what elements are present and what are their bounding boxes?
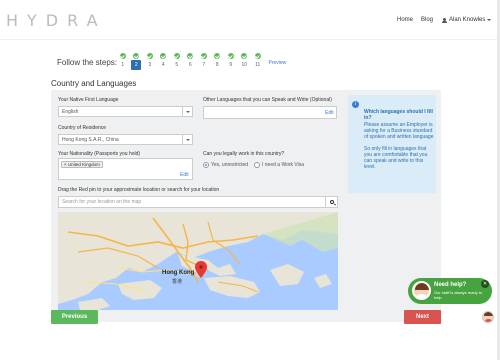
step-7[interactable]: 7 [197,53,211,70]
check-icon [241,53,248,59]
step-8[interactable]: 8 [211,53,225,70]
chevron-down-icon [182,107,192,116]
info-body: Please assume an Employer is asking for … [364,122,434,170]
native-language-select[interactable]: English [58,106,193,117]
radio-selected-icon[interactable] [203,162,209,168]
chevron-down-icon [182,135,192,144]
check-icon [227,53,234,59]
check-icon [173,53,180,59]
search-icon [329,200,334,204]
check-icon [187,53,194,59]
check-icon [133,53,140,59]
section-title: Country and Languages [51,79,137,88]
location-placeholder: Search for your location on the map [62,199,142,205]
check-icon [200,53,207,59]
user-icon [442,17,447,23]
user-name: Alan Knowles [449,17,486,23]
check-icon [214,53,221,59]
check-icon [254,53,261,59]
step-2[interactable]: 2 [130,53,144,70]
radio-unselected-icon[interactable] [254,162,260,168]
step-4[interactable]: 4 [157,53,171,70]
residence-value: Hong Kong S.A.R., China [62,136,119,143]
nationality-edit-link[interactable]: Edit [180,172,189,178]
step-number: 8 [215,62,219,68]
step-3[interactable]: 3 [143,53,157,70]
help-subtitle: Our staff is always ready to help [434,290,483,300]
logo[interactable]: HYDRA [6,11,107,30]
caret-down-icon [487,19,492,21]
preview-link[interactable]: Preview [269,60,287,66]
nationality-field[interactable]: × United Kingdom [58,158,193,180]
search-button[interactable] [325,197,337,207]
nav-home-link[interactable]: Home [397,0,413,40]
step-11[interactable]: 11 [251,53,265,70]
step-number: 7 [202,62,206,68]
user-menu[interactable]: Alan Knowles [442,0,492,40]
check-icon [160,53,167,59]
map-city-local-label: 香港 [172,279,183,285]
chat-launcher-avatar[interactable] [482,311,494,323]
work-option-visa-label: I need a Work Visa [262,162,305,168]
location-map[interactable] [58,212,338,310]
nav-blog-link[interactable]: Blog [421,0,433,40]
other-languages-edit-link[interactable]: Edit [325,110,334,116]
step-number: 9 [229,62,233,68]
step-1[interactable]: 1 [116,53,130,70]
info-box: i Which languages should I fill in? Plea… [348,95,436,193]
native-language-value: English [62,108,79,115]
step-number: 1 [121,62,125,68]
residence-label: Country of Residence [58,125,107,131]
residence-select[interactable]: Hong Kong S.A.R., China [58,134,193,145]
map-city-label: Hong Kong [162,270,195,276]
map-canvas[interactable] [58,212,338,310]
check-icon [119,53,126,59]
info-icon: i [352,101,359,108]
other-languages-field[interactable] [203,106,337,119]
step-progress: 1 2 3 4 5 6 7 8 9 10 11 Preview [116,53,286,70]
close-icon[interactable]: ✕ [481,280,489,288]
nationality-tag[interactable]: × United Kingdom [61,161,103,168]
steps-label: Follow the steps: [57,58,118,67]
location-search-input[interactable]: Search for your location on the map [58,196,338,208]
step-5[interactable]: 5 [170,53,184,70]
support-avatar [412,281,431,300]
next-button[interactable]: Next [404,310,441,324]
native-language-label: Your Native First Language [58,97,119,103]
check-icon [146,53,153,59]
top-navbar: HYDRA Home Blog Alan Knowles [0,0,500,40]
help-title: Need help? [434,282,467,288]
step-number: 4 [161,62,165,68]
previous-button[interactable]: Previous [51,310,98,324]
nationality-tag-label: United Kingdom [67,162,100,167]
help-chat-widget[interactable]: Need help? Our staff is always ready to … [408,278,492,304]
step-number: 5 [175,62,179,68]
work-option-yes-label: Yes, unrestricted [211,162,249,168]
step-number: 3 [148,62,152,68]
nationality-label: Your Nationality (Passports you hold) [58,151,141,157]
work-option-visa[interactable]: I need a Work Visa [254,162,304,168]
info-title: Which languages should I fill in? [364,109,433,121]
step-10[interactable]: 10 [238,53,252,70]
step-number: 10 [241,62,248,68]
step-number: 2 [131,60,142,70]
step-6[interactable]: 6 [184,53,198,70]
work-label: Can you legally work in this country? [203,151,285,157]
location-label: Drag the Red pin to your approximate loc… [58,187,220,193]
step-9[interactable]: 9 [224,53,238,70]
other-languages-label: Other Languages that you can Speak and W… [203,97,332,103]
step-number: 6 [188,62,192,68]
work-option-yes[interactable]: Yes, unrestricted [203,162,248,168]
step-number: 11 [255,62,261,68]
